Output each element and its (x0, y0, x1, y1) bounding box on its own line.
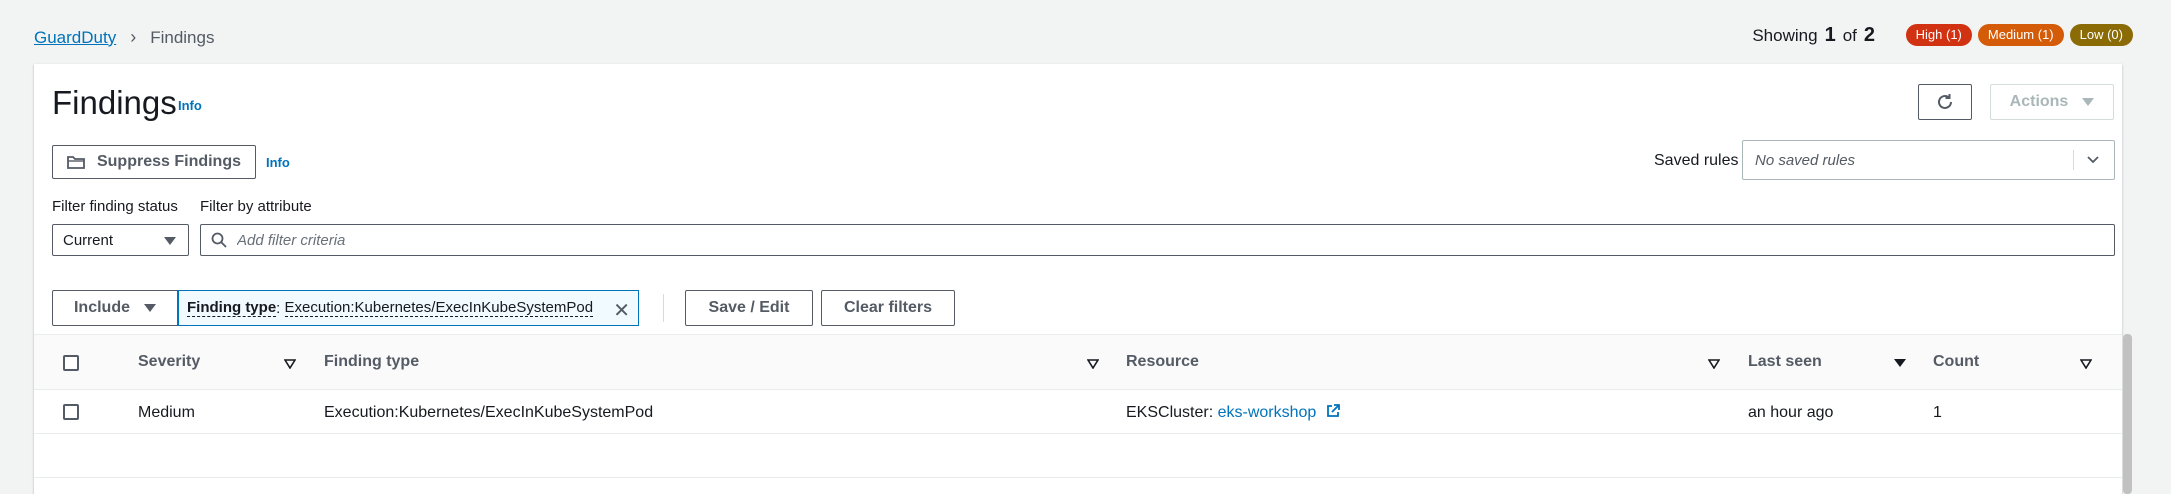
col-resource[interactable]: Resource (1126, 353, 1199, 371)
status-value: Current (63, 231, 114, 249)
sort-count-icon[interactable] (2080, 359, 2092, 369)
suppress-label: Suppress Findings (96, 153, 241, 170)
cell-finding-type[interactable]: Execution:Kubernetes/ExecInKubeSystemPod (324, 404, 653, 422)
finding-status-select[interactable]: Current (52, 224, 189, 256)
token-key: Finding type (187, 299, 277, 317)
token-sep: : (276, 299, 285, 317)
chevron-down-icon (2087, 156, 2099, 164)
showing-current: 1 (1824, 24, 1836, 46)
cell-count: 1 (1933, 404, 1942, 421)
sort-finding-type-icon[interactable] (1087, 359, 1099, 369)
close-icon[interactable]: ✕ (613, 298, 630, 323)
external-link-icon[interactable] (1326, 404, 1340, 418)
table-row[interactable]: Medium Execution:Kubernetes/ExecInKubeSy… (34, 390, 2122, 434)
filter-attribute-field[interactable] (200, 224, 2115, 256)
suppress-findings-button[interactable]: Suppress Findings (52, 145, 256, 179)
breadcrumb: GuardDuty › Findings (34, 27, 214, 48)
badge-low[interactable]: Low (0) (2069, 24, 2133, 46)
title-info-link[interactable]: Info (178, 98, 202, 113)
severity-badges: High (1) Medium (1) Low (0) (1905, 24, 2133, 46)
badge-high[interactable]: High (1) (1905, 24, 1972, 46)
cell-severity: Medium (138, 404, 195, 421)
caret-down-icon (2082, 98, 2095, 106)
filter-criteria-input[interactable] (237, 231, 2037, 249)
save-edit-button[interactable]: Save / Edit (685, 290, 813, 326)
cell-last-seen: an hour ago (1748, 404, 1834, 421)
actions-button[interactable]: Actions (1990, 84, 2114, 120)
badge-medium[interactable]: Medium (1) (1977, 24, 2064, 46)
caret-down-icon (164, 237, 176, 245)
page-title: Findings (52, 84, 177, 121)
filter-divider (663, 294, 664, 322)
col-last-seen[interactable]: Last seen (1748, 353, 1822, 371)
row-checkbox[interactable] (63, 404, 79, 420)
caret-down-icon (144, 304, 156, 312)
clear-filters-button[interactable]: Clear filters (821, 290, 955, 326)
select-divider (2073, 150, 2074, 170)
select-all-checkbox[interactable] (63, 355, 79, 371)
showing-prefix: Showing (1752, 26, 1818, 45)
resource-link[interactable]: eks-workshop (1218, 404, 1317, 421)
sort-last-seen-icon[interactable] (1894, 359, 1906, 367)
showing-of: of (1842, 26, 1857, 45)
search-icon (211, 232, 227, 248)
saved-rules-placeholder: No saved rules (1755, 151, 1856, 169)
suppress-info-link[interactable]: Info (266, 155, 290, 170)
table-scrollbar[interactable] (2123, 334, 2132, 494)
col-count[interactable]: Count (1933, 353, 1979, 371)
col-finding-type[interactable]: Finding type (324, 353, 419, 371)
findings-panel: Findings Info Actions Suppress Findings … (34, 64, 2122, 494)
table-header: Severity Finding type Resource Last seen… (34, 334, 2122, 390)
token-value: Execution:Kubernetes/ExecInKubeSystemPod (284, 299, 594, 317)
top-bar: GuardDuty › Findings Showing 1 of 2 High… (0, 0, 2171, 64)
col-severity[interactable]: Severity (138, 353, 200, 371)
include-select[interactable]: Include (52, 290, 178, 326)
include-label: Include (73, 299, 130, 316)
refresh-button[interactable] (1918, 84, 1972, 120)
showing-count: Showing 1 of 2 (1752, 24, 1875, 47)
sort-resource-icon[interactable] (1708, 359, 1720, 369)
sort-severity-icon[interactable] (284, 359, 296, 369)
chevron-right-icon: › (130, 27, 137, 47)
filter-token[interactable]: Finding type : Execution:Kubernetes/Exec… (178, 290, 639, 326)
actions-label: Actions (2009, 93, 2069, 110)
saved-rules-label: Saved rules (1654, 152, 1739, 169)
refresh-icon (1938, 94, 1952, 109)
cell-resource: EKSCluster: eks-workshop (1126, 404, 1340, 422)
folder-icon (67, 156, 85, 169)
breadcrumb-guardduty[interactable]: GuardDuty (34, 28, 116, 48)
showing-total: 2 (1863, 24, 1875, 46)
resource-prefix: EKSCluster: (1126, 404, 1218, 421)
filter-attribute-label: Filter by attribute (200, 198, 312, 215)
breadcrumb-current: Findings (150, 27, 215, 47)
filter-status-label: Filter finding status (52, 198, 178, 215)
table-empty-row (34, 434, 2122, 478)
saved-rules-select[interactable]: No saved rules (1742, 140, 2115, 180)
